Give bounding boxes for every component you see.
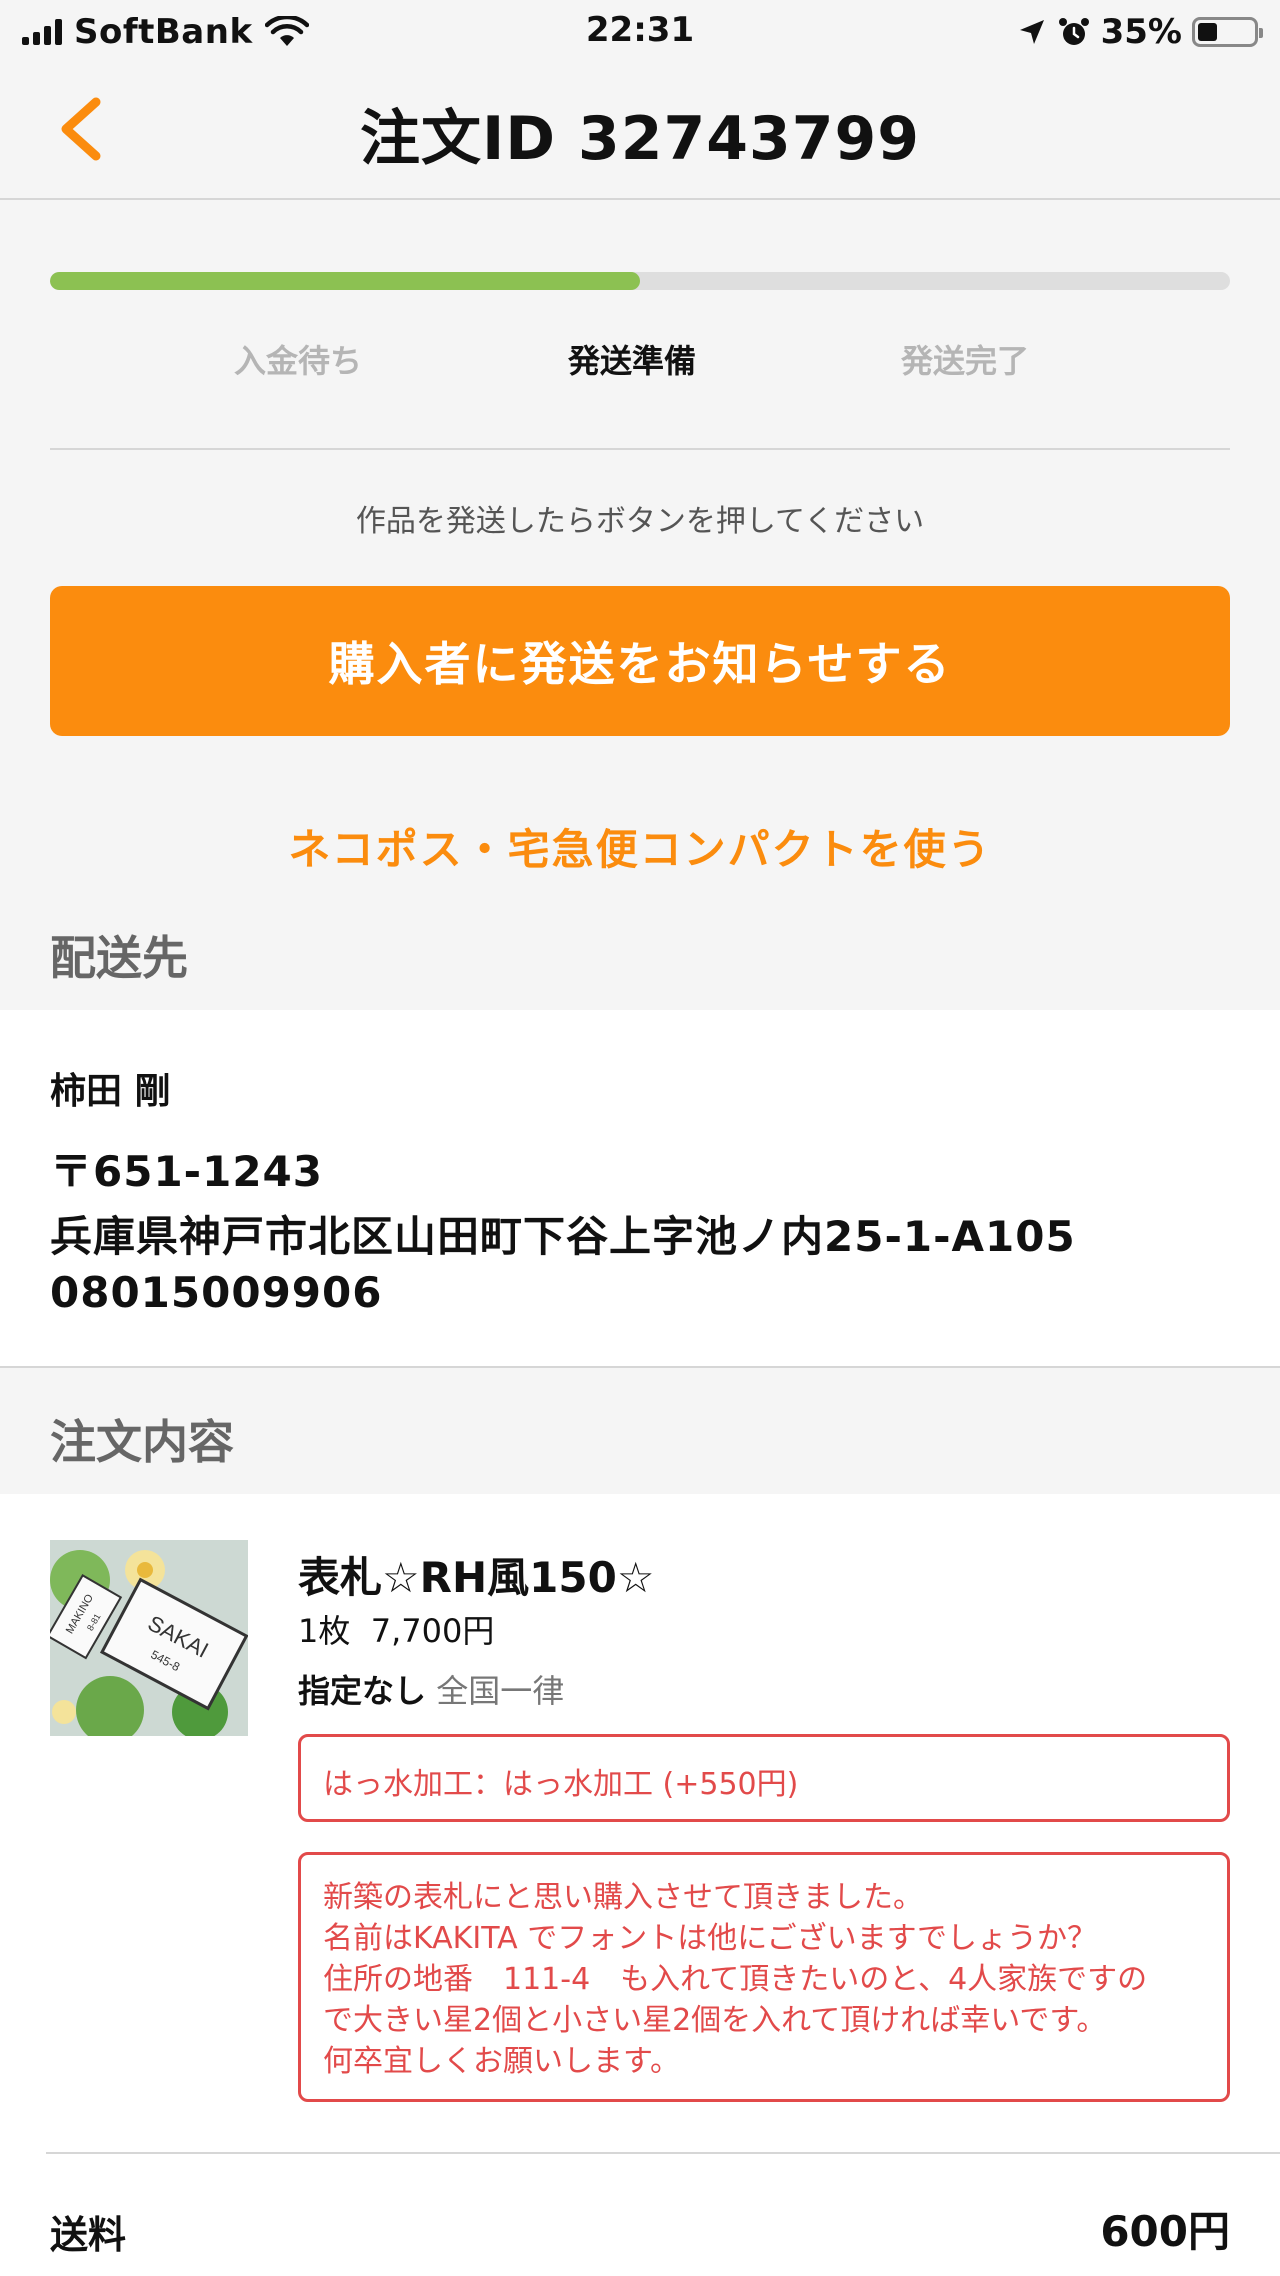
recipient-name: 柿田 剛	[50, 1071, 171, 1112]
option-text: はっ水加工：はっ水加工 (+550円)	[323, 1767, 799, 1802]
step-awaiting-payment: 入金待ち	[233, 342, 363, 380]
shipping-section-title: 配送先	[50, 931, 188, 985]
quantity-price: 1枚 7,700円	[298, 1606, 494, 1652]
page-title: 注文ID 32743799	[359, 104, 920, 174]
status-bar-right: 35%	[1017, 10, 1263, 54]
product-thumbnail[interactable]: SAKAI 545-8 MAKINO 8-81	[50, 1540, 248, 1736]
option-box: はっ水加工：はっ水加工 (+550円)	[298, 1734, 1230, 1822]
postal-code: 〒651-1243	[50, 1147, 323, 1196]
alarm-icon	[1058, 18, 1089, 45]
battery-percent: 35%	[1100, 12, 1182, 52]
quantity: 1枚	[298, 1612, 351, 1650]
shipping-method: 指定なし 全国一律	[298, 1666, 564, 1712]
shipping-fee-label: 送料	[50, 2213, 127, 2257]
use-nekopos-link[interactable]: ネコポス・宅急便コンパクトを使う	[0, 816, 1280, 877]
notify-shipment-button[interactable]: 購入者に発送をお知らせする	[50, 586, 1230, 736]
battery-fill	[1198, 23, 1217, 41]
order-section-title: 注文内容	[50, 1415, 234, 1469]
shipping-address-card: 柿田 剛 〒651-1243 兵庫県神戸市北区山田町下谷上字池ノ内25-1-A1…	[0, 1010, 1280, 1368]
product-title[interactable]: 表札☆RH風150☆	[298, 1544, 654, 1605]
order-details-card: SAKAI 545-8 MAKINO 8-81 表札☆RH風150☆ 1枚 7,…	[0, 1494, 1280, 2276]
status-bar: SoftBank 22:31 35%	[0, 0, 1280, 64]
shipping-fee-value: 600円	[1100, 2207, 1230, 2256]
shipping-section-header: 配送先	[0, 914, 1280, 1012]
battery-icon	[1192, 17, 1263, 47]
ship-method: 指定なし	[298, 1672, 427, 1710]
price: 7,700円	[370, 1612, 495, 1650]
buyer-message-box: 新築の表札にと思い購入させて頂きました。 名前はKAKITA でフォントは他にご…	[298, 1852, 1230, 2102]
instruction-text: 作品を発送したらボタンを押してください	[355, 504, 925, 539]
progress-bar	[50, 272, 1230, 290]
address-line: 兵庫県神戸市北区山田町下谷上字池ノ内25-1-A105	[50, 1212, 1076, 1261]
step-preparing-shipment: 発送準備	[567, 342, 697, 380]
step-shipped: 発送完了	[900, 342, 1030, 380]
message-line: 住所の地番 111-4 も入れて頂きたいのと、4人家族ですの	[323, 1962, 1148, 1997]
product-image: SAKAI 545-8 MAKINO 8-81	[50, 1540, 248, 1736]
ship-area: 全国一律	[436, 1672, 565, 1710]
divider	[46, 2152, 1280, 2154]
order-section-header: 注文内容	[0, 1398, 1280, 1496]
nav-bar: 注文ID 32743799	[0, 64, 1280, 200]
message-line: 何卒宜しくお願いします。	[323, 2044, 680, 2079]
message-line: 名前はKAKITA でフォントは他にございますでしょうか？	[323, 1921, 1097, 1956]
message-line: 新築の表札にと思い購入させて頂きました。	[323, 1880, 923, 1915]
progress-steps: 入金待ち 発送準備 発送完了	[0, 336, 1280, 386]
progress-fill	[50, 272, 640, 290]
location-arrow-icon	[1019, 20, 1044, 44]
message-line: で大きい星2個と小さい星2個を入れて頂ければ幸いです。	[323, 2003, 1107, 2038]
phone-number: 08015009906	[50, 1268, 383, 1317]
divider	[50, 448, 1230, 450]
